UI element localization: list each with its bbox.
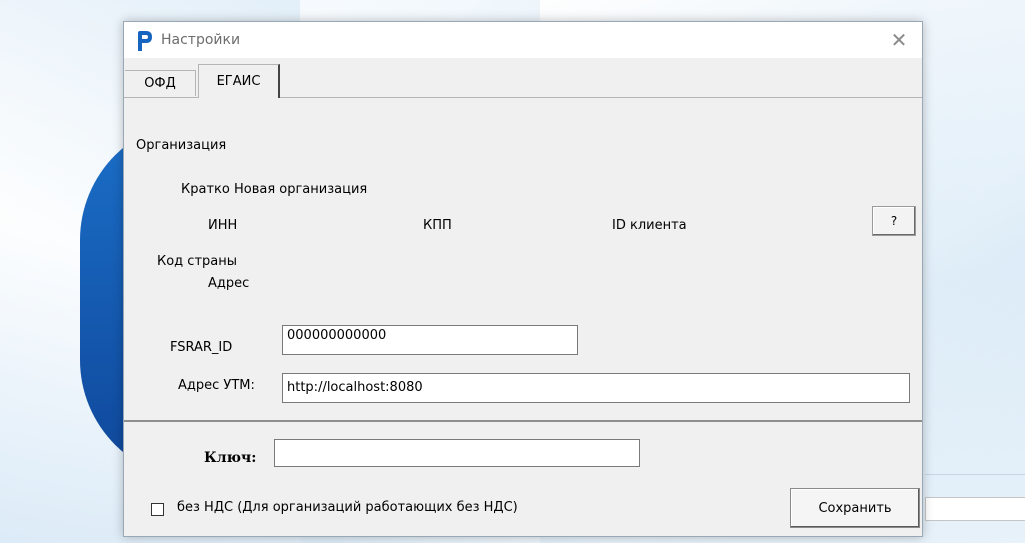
utm-address-field[interactable]: http://localhost:8080 — [282, 373, 910, 403]
inn-label: ИНН — [208, 218, 238, 233]
fsrar-id-field[interactable]: 000000000000 — [282, 325, 578, 355]
save-button[interactable]: Сохранить — [790, 488, 920, 528]
tab-egais[interactable]: ЕГАИС — [198, 64, 280, 98]
tab-ofd[interactable]: ОФД — [125, 70, 196, 96]
settings-dialog: Настройки ✕ ОФД ЕГАИС Организация Кратко… — [123, 21, 923, 537]
close-button[interactable]: ✕ — [876, 22, 922, 58]
tab-bar: ОФД ЕГАИС — [124, 58, 922, 98]
kpp-label: КПП — [423, 218, 452, 233]
window-title: Настройки — [161, 32, 241, 48]
address-label: Адрес — [208, 276, 250, 291]
tab-label: ЕГАИС — [216, 74, 261, 89]
country-code-label: Код страны — [157, 254, 238, 269]
background-field — [925, 497, 1025, 521]
close-icon: ✕ — [890, 28, 908, 52]
key-label: Ключ: — [204, 450, 257, 466]
app-logo-icon — [138, 31, 152, 51]
fsrar-id-label: FSRAR_ID — [170, 340, 233, 355]
egais-panel: Организация Кратко Новая организация ИНН… — [126, 98, 918, 419]
organization-section-label: Организация — [136, 138, 227, 153]
background-line — [925, 474, 1025, 475]
tab-label: ОФД — [144, 76, 176, 91]
utm-address-label: Адрес УТМ: — [178, 378, 255, 393]
key-field[interactable] — [274, 439, 640, 467]
organization-short-name: Кратко Новая организация — [181, 182, 368, 197]
dialog-footer: Ключ: без НДС (Для организаций работающи… — [124, 422, 922, 536]
title-bar[interactable]: Настройки ✕ — [124, 22, 922, 58]
no-vat-checkbox[interactable] — [151, 503, 164, 516]
help-button[interactable]: ? — [872, 206, 916, 236]
client-id-label: ID клиента — [612, 218, 687, 233]
no-vat-label[interactable]: без НДС (Для организаций работающих без … — [177, 500, 518, 515]
